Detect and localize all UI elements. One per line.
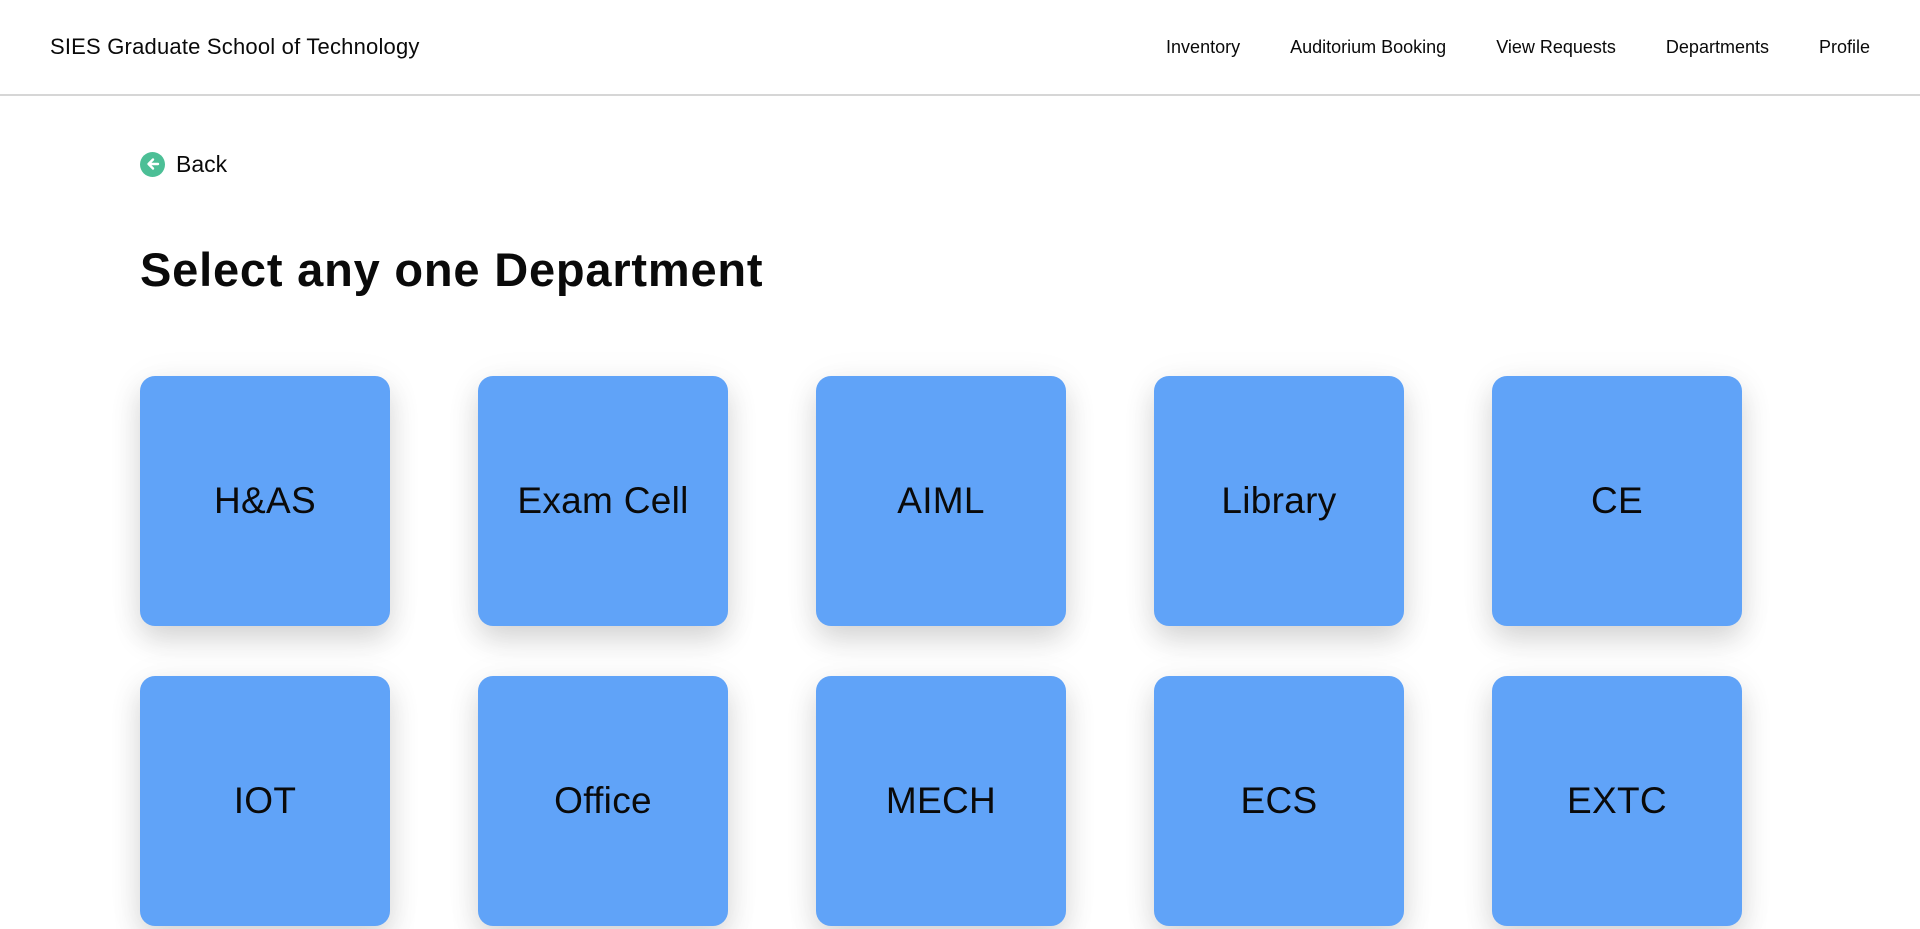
nav-link-auditorium-booking[interactable]: Auditorium Booking [1290,37,1446,57]
department-card-mech[interactable]: MECH [816,676,1066,926]
department-label: IOT [233,780,297,821]
nav-link-profile[interactable]: Profile [1819,37,1870,57]
nav-links: Inventory Auditorium Booking View Reques… [1166,36,1870,58]
department-label: AIML [897,480,985,521]
department-label: MECH [885,780,997,821]
department-card-has[interactable]: H&AS [140,376,390,626]
department-card-ce[interactable]: CE [1492,376,1742,626]
department-label: EXTC [1567,780,1667,821]
department-card-exam-cell[interactable]: Exam Cell [478,376,728,626]
department-grid: H&AS Exam Cell AIML Library CE IOT Offic… [140,376,1742,926]
arrow-left-circle-icon [140,151,165,177]
department-card-ecs[interactable]: ECS [1154,676,1404,926]
department-card-aiml[interactable]: AIML [816,376,1066,626]
back-label: Back [176,151,228,177]
department-label: ECS [1240,780,1318,821]
department-label: Exam Cell [517,480,689,521]
nav-link-inventory[interactable]: Inventory [1166,37,1240,57]
nav-link-departments[interactable]: Departments [1666,37,1769,57]
brand-link[interactable]: SIES Graduate School of Technology [50,33,420,61]
back-button[interactable]: Back [140,150,227,178]
department-label: CE [1591,480,1643,521]
department-label: Library [1221,480,1337,521]
department-card-extc[interactable]: EXTC [1492,676,1742,926]
department-label: Office [554,780,652,821]
department-card-iot[interactable]: IOT [140,676,390,926]
department-card-library[interactable]: Library [1154,376,1404,626]
department-label: H&AS [214,480,316,521]
department-card-office[interactable]: Office [478,676,728,926]
page-title: Select any one Department [140,243,764,296]
nav-link-view-requests[interactable]: View Requests [1496,37,1616,57]
navbar: SIES Graduate School of Technology Inven… [0,0,1920,96]
